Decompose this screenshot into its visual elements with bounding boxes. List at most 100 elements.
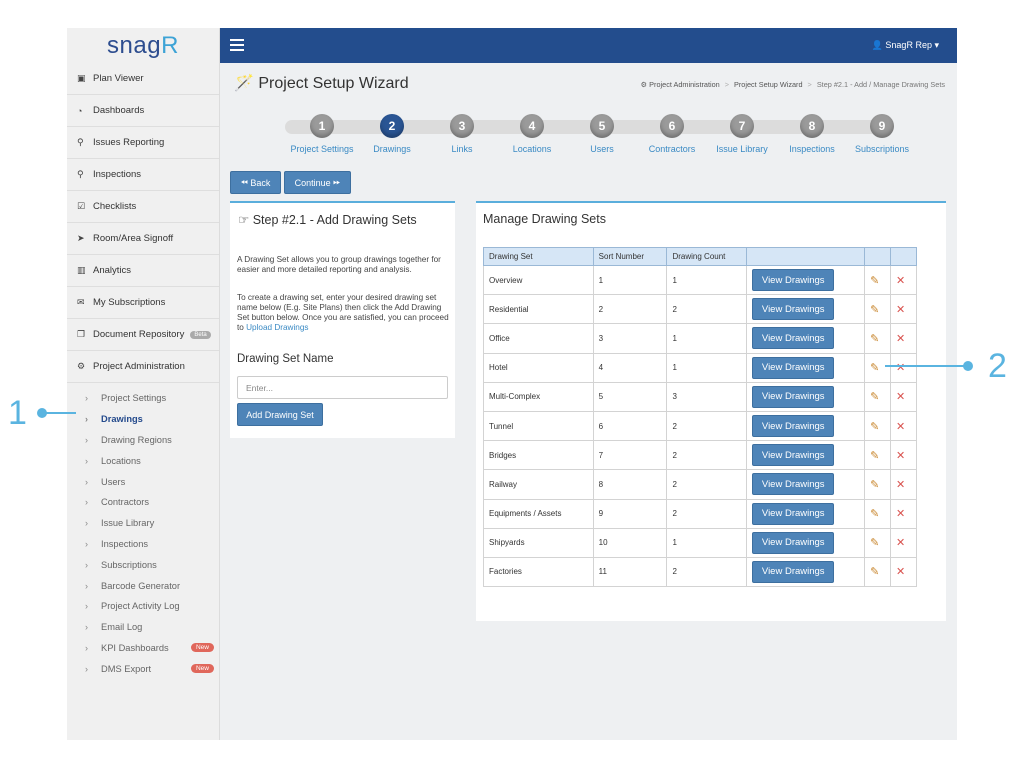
submenu-item-kpi-dashboards[interactable]: › KPI Dashboards New bbox=[67, 638, 219, 659]
submenu-item-drawing-regions[interactable]: › Drawing Regions bbox=[67, 430, 219, 451]
cell-drawing-set: Bridges bbox=[483, 440, 594, 471]
wizard-step-4[interactable]: 4 Locations bbox=[492, 114, 572, 154]
pencil-icon[interactable]: ✎ bbox=[870, 275, 879, 287]
pencil-icon[interactable]: ✎ bbox=[870, 304, 879, 316]
pencil-icon[interactable]: ✎ bbox=[870, 508, 879, 520]
sidebar-item-project-administration[interactable]: ⚙ Project Administration bbox=[67, 351, 219, 383]
drawing-set-name-input[interactable] bbox=[237, 376, 448, 399]
pencil-icon[interactable]: ✎ bbox=[870, 333, 879, 345]
pencil-icon[interactable]: ✎ bbox=[870, 391, 879, 403]
checkbox-icon: ☑ bbox=[77, 201, 86, 211]
delete-icon[interactable]: ✕ bbox=[896, 479, 905, 491]
submenu-item-issue-library[interactable]: › Issue Library bbox=[67, 513, 219, 534]
wizard-step-9[interactable]: 9 Subscriptions bbox=[842, 114, 922, 154]
sidebar-item-issues-reporting[interactable]: ⚲ Issues Reporting bbox=[67, 127, 219, 159]
breadcrumb-setup-wizard[interactable]: Project Setup Wizard bbox=[734, 80, 803, 89]
pencil-icon[interactable]: ✎ bbox=[870, 362, 879, 374]
delete-icon[interactable]: ✕ bbox=[896, 362, 905, 374]
pencil-icon[interactable]: ✎ bbox=[870, 479, 879, 491]
submenu-item-drawings[interactable]: › Drawings bbox=[67, 409, 219, 430]
documents-icon: ❐ bbox=[77, 329, 86, 339]
submenu-item-email-log[interactable]: › Email Log bbox=[67, 617, 219, 638]
chevron-right-icon: › bbox=[85, 622, 88, 633]
submenu-item-subscriptions[interactable]: › Subscriptions bbox=[67, 554, 219, 575]
sidebar-item-label: Inspections bbox=[93, 169, 142, 180]
sidebar-item-dashboards[interactable]: ◔ Dashboards bbox=[67, 95, 219, 127]
step-label: Locations bbox=[512, 144, 552, 154]
submenu-item-dms-export[interactable]: › DMS Export New bbox=[67, 658, 219, 679]
sidebar-item-document-repository[interactable]: ❐ Document Repository Beta bbox=[67, 319, 219, 351]
delete-icon[interactable]: ✕ bbox=[896, 421, 905, 433]
wizard-step-3[interactable]: 3 Links bbox=[422, 114, 502, 154]
cell-view: View Drawings bbox=[746, 410, 866, 442]
delete-icon[interactable]: ✕ bbox=[896, 537, 905, 549]
pencil-icon[interactable]: ✎ bbox=[870, 537, 879, 549]
column-header-drawing-count[interactable]: Drawing Count bbox=[666, 247, 748, 266]
wizard-step-2[interactable]: 2 Drawings bbox=[352, 114, 432, 154]
delete-icon[interactable]: ✕ bbox=[896, 450, 905, 462]
table-row: Shipyards 10 1 View Drawings ✎ ✕ bbox=[483, 527, 917, 558]
delete-icon[interactable]: ✕ bbox=[896, 333, 905, 345]
table-row: Hotel 4 1 View Drawings ✎ ✕ bbox=[483, 352, 917, 383]
add-drawing-set-button[interactable]: Add Drawing Set bbox=[237, 403, 323, 426]
envelope-icon: ✉ bbox=[77, 297, 85, 307]
delete-icon[interactable]: ✕ bbox=[896, 566, 905, 578]
sidebar-nav: ▣ Plan Viewer ◔ Dashboards ⚲ Issues Reporting… bbox=[67, 63, 219, 383]
submenu-item-users[interactable]: › Users bbox=[67, 471, 219, 492]
view-drawings-button[interactable]: View Drawings bbox=[752, 473, 835, 496]
cell-view: View Drawings bbox=[746, 527, 866, 558]
breadcrumb-project-admin[interactable]: Project Administration bbox=[649, 80, 720, 89]
new-badge: New bbox=[190, 664, 214, 674]
continue-button[interactable]: Continue ⏩︎ bbox=[284, 171, 351, 194]
sidebar-item-analytics[interactable]: ▥ Analytics bbox=[67, 255, 219, 287]
wizard-step-6[interactable]: 6 Contractors bbox=[632, 114, 712, 154]
delete-icon[interactable]: ✕ bbox=[896, 508, 905, 520]
wizard-step-8[interactable]: 8 Inspections bbox=[772, 114, 852, 154]
sidebar-item-checklists[interactable]: ☑ Checklists bbox=[67, 191, 219, 223]
view-drawings-button[interactable]: View Drawings bbox=[752, 560, 835, 583]
wizard-step-1[interactable]: 1 Project Settings bbox=[282, 114, 362, 154]
column-header-sort-number[interactable]: Sort Number bbox=[592, 247, 668, 266]
delete-icon[interactable]: ✕ bbox=[896, 391, 905, 403]
cell-drawing-set: Multi-Complex bbox=[483, 381, 594, 412]
wizard-step-7[interactable]: 7 Issue Library bbox=[702, 114, 782, 154]
sidebar-item-plan-viewer[interactable]: ▣ Plan Viewer bbox=[67, 63, 219, 95]
pencil-icon[interactable]: ✎ bbox=[870, 566, 879, 578]
user-menu[interactable]: 👤 SnagR Rep ▾ bbox=[872, 40, 939, 51]
submenu-item-locations[interactable]: › Locations bbox=[67, 450, 219, 471]
view-drawings-button[interactable]: View Drawings bbox=[752, 327, 835, 350]
delete-icon[interactable]: ✕ bbox=[896, 275, 905, 287]
sidebar-item-label: Plan Viewer bbox=[93, 73, 144, 84]
back-button[interactable]: ⏪︎ Back bbox=[230, 171, 281, 194]
sidebar-item-inspections[interactable]: ⚲ Inspections bbox=[67, 159, 219, 191]
view-drawings-button[interactable]: View Drawings bbox=[752, 502, 835, 525]
wizard-step-5[interactable]: 5 Users bbox=[562, 114, 642, 154]
view-drawings-button[interactable]: View Drawings bbox=[752, 298, 835, 321]
cell-edit: ✎ bbox=[864, 498, 892, 529]
cell-drawing-count: 1 bbox=[666, 352, 748, 383]
upload-drawings-link[interactable]: Upload Drawings bbox=[246, 323, 308, 332]
submenu-item-contractors[interactable]: › Contractors bbox=[67, 492, 219, 513]
forward-icon: ⏩︎ bbox=[333, 177, 341, 187]
view-drawings-button[interactable]: View Drawings bbox=[752, 415, 835, 438]
sidebar-item-my-subscriptions[interactable]: ✉ My Subscriptions bbox=[67, 287, 219, 319]
logo[interactable]: snag R bbox=[67, 28, 219, 63]
submenu-item-project-settings[interactable]: › Project Settings bbox=[67, 388, 219, 409]
submenu-item-project-activity-log[interactable]: › Project Activity Log bbox=[67, 596, 219, 617]
submenu-item-inspections[interactable]: › Inspections bbox=[67, 534, 219, 555]
view-drawings-button[interactable]: View Drawings bbox=[752, 269, 835, 292]
submenu-item-barcode-generator[interactable]: › Barcode Generator bbox=[67, 575, 219, 596]
map-marker-icon: ⚲ bbox=[77, 137, 84, 147]
pencil-icon[interactable]: ✎ bbox=[870, 450, 879, 462]
menu-toggle-icon[interactable] bbox=[230, 39, 244, 51]
view-drawings-button[interactable]: View Drawings bbox=[752, 531, 835, 554]
step-label: Users bbox=[590, 144, 614, 154]
delete-icon[interactable]: ✕ bbox=[896, 304, 905, 316]
column-header-drawing-set[interactable]: Drawing Set bbox=[483, 247, 594, 266]
view-drawings-button[interactable]: View Drawings bbox=[752, 444, 835, 467]
view-drawings-button[interactable]: View Drawings bbox=[752, 385, 835, 408]
sidebar-item-room-area-signoff[interactable]: ➤ Room/Area Signoff bbox=[67, 223, 219, 255]
app-window: snag R ▣ Plan Viewer ◔ Dashboards ⚲ Issues Rep… bbox=[67, 28, 957, 740]
pencil-icon[interactable]: ✎ bbox=[870, 421, 879, 433]
view-drawings-button[interactable]: View Drawings bbox=[752, 356, 835, 379]
